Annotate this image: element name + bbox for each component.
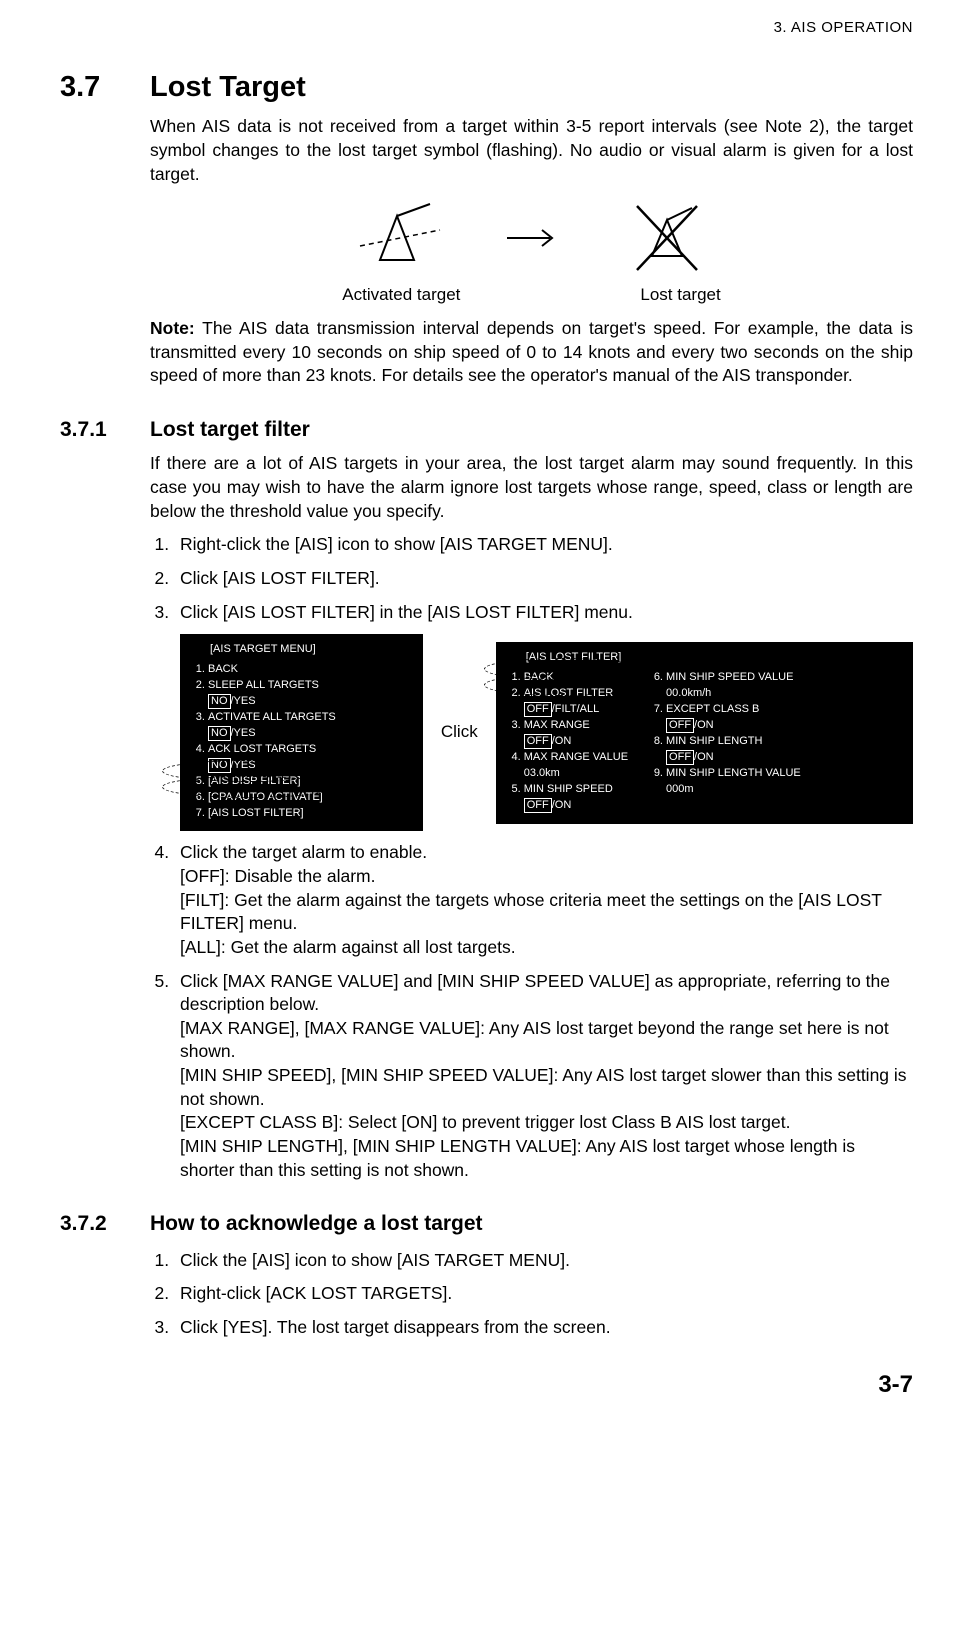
- filter-steps: Right-click the [AIS] icon to show [AIS …: [150, 533, 913, 1182]
- menu-item[interactable]: [AIS LOST FILTER]: [208, 806, 413, 822]
- lost-target-icon: [602, 198, 732, 278]
- ais-target-menu-panel: [AIS TARGET MENU] BACK SLEEP ALL TARGETS…: [180, 634, 423, 831]
- step-5-a: Click [MAX RANGE VALUE] and [MIN SHIP SP…: [180, 971, 890, 1015]
- menu-item[interactable]: SLEEP ALL TARGETSNO/YES: [208, 678, 413, 710]
- note-paragraph: Note: The AIS data transmission interval…: [150, 317, 913, 388]
- subsection-number: 3.7.2: [60, 1210, 150, 1238]
- arrow-icon: [502, 198, 562, 278]
- step-5-d: [EXCEPT CLASS B]: Select [ON] to prevent…: [180, 1112, 790, 1132]
- subsection-number: 3.7.1: [60, 416, 150, 444]
- step-4-b: [OFF]: Disable the alarm.: [180, 866, 375, 886]
- menu-item[interactable]: MIN SHIP LENGTHOFF/ON: [666, 734, 801, 766]
- step-3-text: Click [AIS LOST FILTER] in the [AIS LOST…: [180, 602, 633, 622]
- activated-target-icon: [332, 198, 462, 278]
- step-2: Click [AIS LOST FILTER].: [174, 567, 913, 591]
- menu-item[interactable]: MIN SHIP SPEED VALUE00.0km/h: [666, 670, 801, 702]
- step-3: Click [AIS LOST FILTER] in the [AIS LOST…: [174, 601, 913, 832]
- menu-item[interactable]: MIN SHIP LENGTH VALUE000m: [666, 766, 801, 798]
- note-text: The AIS data transmission interval depen…: [150, 318, 913, 385]
- section-number: 3.7: [60, 68, 150, 107]
- subsection-title: How to acknowledge a lost target: [150, 1210, 483, 1238]
- ack-step-3: Click [YES]. The lost target disappears …: [174, 1316, 913, 1340]
- subsection-title: Lost target filter: [150, 416, 310, 444]
- section-title: Lost Target: [150, 68, 306, 107]
- ack-step-2: Right-click [ACK LOST TARGETS].: [174, 1282, 913, 1306]
- menu-item[interactable]: ACTIVATE ALL TARGETSNO/YES: [208, 710, 413, 742]
- figure-caption-activated: Activated target: [342, 284, 460, 307]
- intro-paragraph: When AIS data is not received from a tar…: [150, 115, 913, 186]
- step-4-d: [ALL]: Get the alarm against all lost ta…: [180, 937, 516, 957]
- menu-item[interactable]: BACK: [208, 662, 413, 678]
- ack-step-1: Click the [AIS] icon to show [AIS TARGET…: [174, 1249, 913, 1273]
- menu-item[interactable]: MIN SHIP SPEEDOFF/ON: [524, 782, 628, 814]
- click-label: Click: [441, 721, 478, 744]
- target-symbol-figure: [150, 198, 913, 278]
- step-5-b: [MAX RANGE], [MAX RANGE VALUE]: Any AIS …: [180, 1018, 889, 1062]
- figure-caption-lost: Lost target: [640, 284, 720, 307]
- step-5: Click [MAX RANGE VALUE] and [MIN SHIP SP…: [174, 970, 913, 1183]
- step-1: Right-click the [AIS] icon to show [AIS …: [174, 533, 913, 557]
- chapter-header: 3. AIS OPERATION: [60, 0, 913, 38]
- step-5-e: [MIN SHIP LENGTH], [MIN SHIP LENGTH VALU…: [180, 1136, 855, 1180]
- filter-intro: If there are a lot of AIS targets in you…: [150, 452, 913, 523]
- menu-left-title: [AIS TARGET MENU]: [210, 642, 413, 658]
- ais-lost-filter-panel: [AIS LOST FILTER] BACK AIS LOST FILTEROF…: [496, 642, 913, 823]
- menu-item[interactable]: MAX RANGE VALUE03.0km: [524, 750, 628, 782]
- menu-item[interactable]: MAX RANGEOFF/ON: [524, 718, 628, 750]
- menu-item[interactable]: EXCEPT CLASS BOFF/ON: [666, 702, 801, 734]
- step-4: Click the target alarm to enable. [OFF]:…: [174, 841, 913, 959]
- step-4-c: [FILT]: Get the alarm against the target…: [180, 890, 882, 934]
- note-label: Note:: [150, 318, 195, 338]
- step-4-a: Click the target alarm to enable.: [180, 842, 427, 862]
- page-number: 3-7: [60, 1369, 913, 1401]
- step-5-c: [MIN SHIP SPEED], [MIN SHIP SPEED VALUE]…: [180, 1065, 907, 1109]
- ack-steps: Click the [AIS] icon to show [AIS TARGET…: [150, 1249, 913, 1340]
